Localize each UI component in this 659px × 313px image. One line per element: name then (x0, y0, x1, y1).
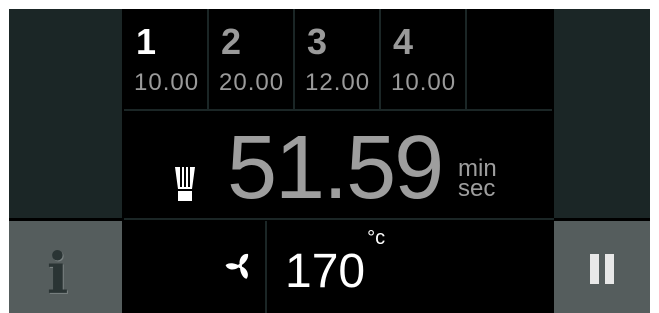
pause-button[interactable] (554, 221, 650, 313)
step-number: 4 (393, 21, 414, 62)
step-duration: 12.00 (305, 69, 371, 96)
timer-value: 51.59 (227, 118, 444, 218)
step-duration: 20.00 (219, 69, 285, 96)
step-5-empty[interactable] (467, 9, 552, 111)
left-side-panel (9, 9, 122, 218)
fan-icon (225, 253, 249, 279)
pause-icon (590, 254, 614, 284)
timer-display[interactable]: 51.59 min sec (124, 113, 554, 220)
info-button[interactable]: i (9, 221, 122, 313)
oven-display: i 1 10.00 2 20.00 3 12.00 4 10.00 51.59 (9, 9, 650, 313)
unit-sec: sec (458, 175, 496, 202)
step-number: 2 (221, 21, 242, 62)
step-number: 3 (307, 21, 328, 62)
grill-icon (175, 165, 195, 201)
fan-mode-button[interactable] (124, 221, 267, 313)
temperature-number: 170 (285, 245, 366, 298)
step-duration: 10.00 (391, 69, 457, 96)
step-number: 1 (136, 21, 157, 62)
timer-units: min sec (458, 157, 497, 202)
temperature-display[interactable]: 170°c (267, 221, 552, 313)
step-2[interactable]: 2 20.00 (209, 9, 295, 111)
right-side-panel (554, 9, 650, 218)
step-4[interactable]: 4 10.00 (381, 9, 467, 111)
step-duration: 10.00 (134, 69, 200, 96)
step-3[interactable]: 3 12.00 (295, 9, 381, 111)
temperature-value: 170°c (285, 227, 385, 298)
temperature-unit: °c (367, 227, 386, 249)
info-icon: i (47, 241, 69, 307)
step-1[interactable]: 1 10.00 (124, 9, 209, 111)
